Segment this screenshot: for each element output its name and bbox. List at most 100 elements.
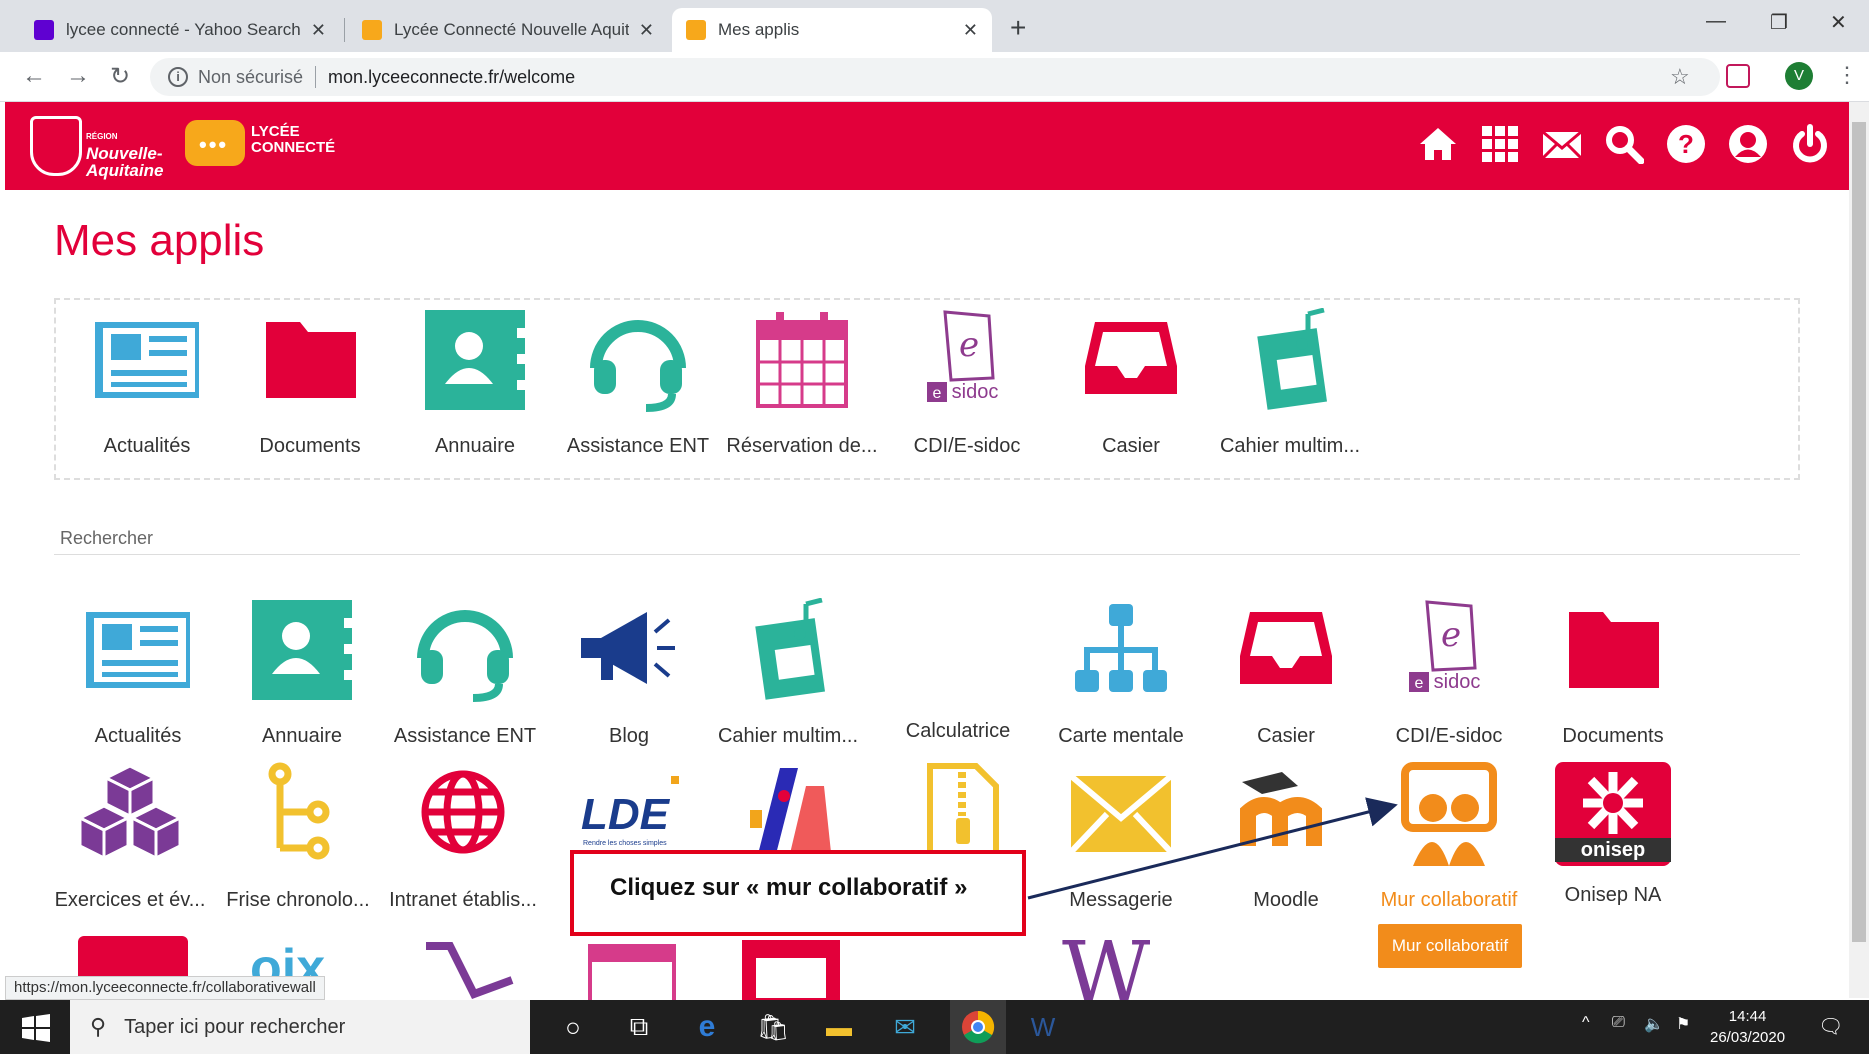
close-icon[interactable]: ✕ [639, 20, 654, 41]
power-icon[interactable] [1790, 124, 1830, 164]
partial-app-icon[interactable] [738, 936, 844, 1000]
scrollbar-thumb[interactable] [1852, 122, 1866, 942]
app-cdi-esidoc[interactable]: e e sidoc CDI/E-sidoc [1367, 598, 1531, 748]
bookmark-star-icon[interactable]: ☆ [1670, 64, 1690, 90]
language-icon[interactable]: ⚑ [1676, 1014, 1690, 1034]
headset-icon [417, 610, 513, 702]
task-view-icon[interactable]: ⧉ [622, 1010, 656, 1044]
taskbar-search-input[interactable]: ⚲ Taper ici pour rechercher [70, 1000, 530, 1054]
taskbar-clock[interactable]: 14:44 26/03/2020 [1710, 1006, 1785, 1048]
app-label: Frise chronolo... [226, 889, 370, 911]
calculator-icon [900, 598, 1016, 702]
lion-shield-icon [30, 116, 82, 176]
app-blog[interactable]: Blog [547, 598, 711, 748]
window-close-icon[interactable]: ✕ [1830, 10, 1847, 35]
search-icon[interactable] [1604, 124, 1644, 164]
lycee-connecte-logo[interactable]: ••• LYCÉE CONNECTÉ [185, 120, 345, 172]
apps-grid-icon[interactable] [1480, 124, 1520, 164]
app-calculatrice[interactable]: Calculatrice [876, 598, 1040, 743]
browser-tab-strip: lycee connecté - Yahoo Search - / ✕ Lycé… [0, 0, 1869, 52]
tray-chevron-icon[interactable]: ^ [1582, 1014, 1590, 1032]
windows-taskbar: ⚲ Taper ici pour rechercher ○ ⧉ e 🛍 ▬ ✉ … [0, 1000, 1869, 1054]
clock-date: 26/03/2020 [1710, 1029, 1786, 1046]
app-intranet[interactable]: Intranet établis... [381, 762, 545, 912]
app-messagerie[interactable]: Messagerie [1039, 762, 1203, 912]
profile-avatar[interactable]: V [1785, 62, 1813, 90]
app-label: Carte mentale [1058, 725, 1184, 747]
favorite-cdi-esidoc[interactable]: e e sidoc CDI/E-sidoc [885, 308, 1049, 458]
menu-kebab-icon[interactable]: ⋮ [1836, 62, 1858, 88]
tab-yahoo-search[interactable]: lycee connecté - Yahoo Search - / ✕ [20, 8, 340, 52]
file-explorer-icon[interactable]: ▬ [822, 1010, 856, 1044]
mur-collaboratif-tooltip[interactable]: Mur collaboratif [1378, 924, 1522, 968]
app-assistance-ent[interactable]: Assistance ENT [383, 598, 547, 748]
app-mur-collaboratif[interactable]: Mur collaboratif [1367, 762, 1531, 912]
app-carte-mentale[interactable]: Carte mentale [1039, 598, 1203, 748]
new-tab-button[interactable]: + [1010, 12, 1026, 44]
instruction-callout: Cliquez sur « mur collaboratif » [570, 850, 1026, 936]
region-logo[interactable]: RÉGION Nouvelle- Aquitaine [30, 116, 170, 179]
home-icon[interactable] [1418, 124, 1458, 164]
app-casier[interactable]: Casier [1204, 598, 1368, 748]
partial-calendar-icon[interactable] [582, 936, 682, 1000]
favorite-cahier-multimedia[interactable]: Cahier multim... [1208, 307, 1372, 458]
windows-start-icon[interactable] [22, 1014, 50, 1042]
forward-icon[interactable]: → [66, 62, 90, 90]
user-icon[interactable] [1728, 124, 1768, 164]
app-frise[interactable]: Frise chronolo... [216, 762, 380, 912]
minimize-icon[interactable]: — [1706, 10, 1726, 33]
cortana-icon[interactable]: ○ [556, 1010, 590, 1044]
calendar-icon [756, 312, 848, 408]
help-icon[interactable]: ? [1666, 124, 1706, 164]
address-bar[interactable]: i Non sécurisé mon.lyceeconnecte.fr/welc… [150, 58, 1720, 96]
favorite-casier[interactable]: Casier [1049, 308, 1213, 458]
app-cahier-multimedia[interactable]: Cahier multim... [706, 597, 870, 748]
globe-icon [421, 770, 505, 854]
contact-book-icon [425, 310, 527, 410]
network-icon[interactable]: ⎚ [1612, 1014, 1625, 1032]
app-actualites[interactable]: Actualités [56, 598, 220, 748]
word-icon[interactable]: W [1026, 1010, 1060, 1044]
app-label: Réservation de... [726, 435, 878, 457]
volume-icon[interactable]: 🔈 [1644, 1014, 1664, 1034]
mail-icon[interactable] [1542, 124, 1582, 164]
partial-wikipedia-icon[interactable]: W [1062, 926, 1150, 1000]
app-moodle[interactable]: Moodle [1204, 762, 1368, 912]
favorite-annuaire[interactable]: Annuaire [393, 308, 557, 458]
favorite-actualites[interactable]: Actualités [65, 308, 229, 458]
favorite-documents[interactable]: Documents [228, 308, 392, 458]
reload-icon[interactable]: ↻ [110, 62, 130, 91]
tab-lycee-connecte[interactable]: Lycée Connecté Nouvelle Aquitai ✕ [348, 8, 668, 52]
svg-text:e: e [1415, 675, 1424, 692]
restore-icon[interactable]: ❐ [1770, 10, 1788, 35]
mail-app-icon[interactable]: ✉ [888, 1010, 922, 1044]
tab-title: Mes applis [718, 20, 800, 39]
lde-logo-subtext: Rendre les choses simples [583, 840, 667, 847]
app-label: Calculatrice [905, 720, 1011, 742]
favorite-assistance-ent[interactable]: Assistance ENT [556, 308, 720, 458]
favorite-reservation[interactable]: Réservation de... [720, 308, 884, 458]
inbox-tray-icon [1240, 612, 1332, 684]
extension-icon[interactable] [1726, 64, 1750, 88]
omnibox-separator [315, 66, 317, 88]
close-icon[interactable]: ✕ [311, 20, 326, 41]
search-underline[interactable] [54, 554, 1800, 555]
page-scrollbar[interactable] [1849, 102, 1869, 998]
partial-cart-icon[interactable] [416, 942, 516, 1000]
edge-icon[interactable]: e [690, 1010, 724, 1044]
app-onisep[interactable]: onisep Onisep NA [1531, 762, 1695, 907]
app-annuaire[interactable]: Annuaire [220, 598, 384, 748]
close-icon[interactable]: ✕ [963, 20, 978, 41]
tab-mes-applis[interactable]: Mes applis ✕ [672, 8, 992, 52]
svg-text:e: e [959, 325, 979, 365]
app-documents[interactable]: Documents [1531, 598, 1695, 748]
info-icon[interactable]: i [168, 67, 188, 87]
chrome-icon[interactable] [950, 1000, 1006, 1054]
url-text: mon.lyceeconnecte.fr/welcome [328, 66, 576, 87]
app-exercices[interactable]: Exercices et év... [48, 762, 212, 912]
app-label: Mur collaboratif [1380, 889, 1518, 911]
app-label: Actualités [103, 435, 191, 457]
back-icon[interactable]: ← [22, 62, 46, 90]
store-icon[interactable]: 🛍 [756, 1010, 790, 1044]
notifications-icon[interactable]: 🗨 [1818, 1014, 1843, 1039]
